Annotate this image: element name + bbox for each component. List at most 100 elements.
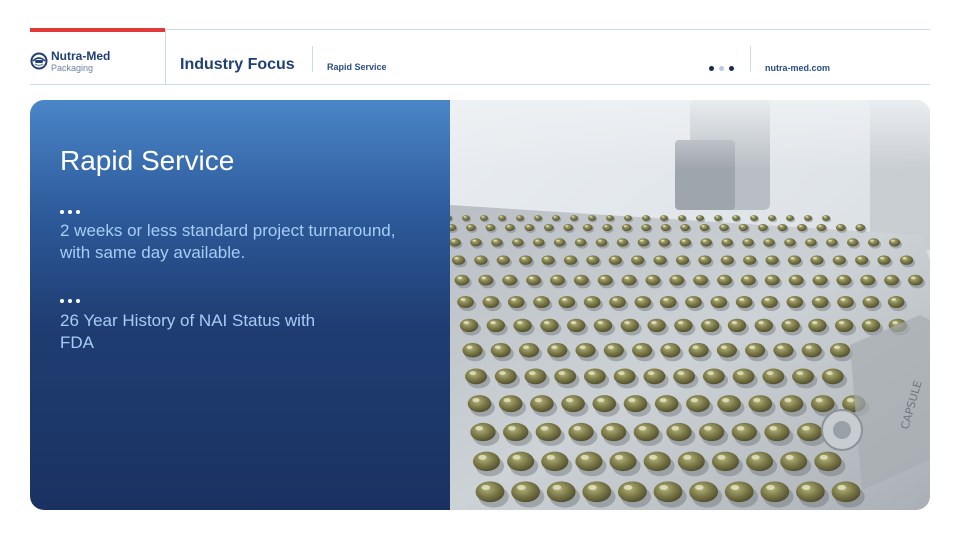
capsule-highlight <box>552 484 562 491</box>
bullet-marker-icon <box>60 210 86 215</box>
capsule-highlight <box>753 397 761 403</box>
capsule <box>583 295 601 308</box>
capsule <box>688 342 709 358</box>
capsule-highlight <box>503 397 511 403</box>
capsule <box>490 342 511 358</box>
capsule-highlight <box>815 397 823 403</box>
capsule <box>685 295 702 308</box>
capsule-highlight <box>702 239 707 242</box>
capsule-highlight <box>469 371 476 376</box>
capsule-highlight <box>815 276 820 280</box>
capsule-highlight <box>571 216 574 218</box>
capsule-highlight <box>466 345 473 350</box>
capsule-highlight <box>801 484 811 491</box>
capsule-highlight <box>802 425 810 431</box>
capsule <box>507 451 535 472</box>
capsule <box>541 451 569 472</box>
capsule <box>575 342 596 358</box>
capsule <box>505 224 515 232</box>
capsule <box>524 368 547 385</box>
capsule <box>750 215 758 221</box>
capsule <box>762 368 785 385</box>
capsule-highlight <box>534 397 542 403</box>
capsule <box>735 295 753 308</box>
capsule <box>475 481 505 503</box>
capsule <box>593 318 613 333</box>
capsule <box>498 395 523 413</box>
capsule-highlight <box>713 297 719 301</box>
capsule <box>660 342 681 358</box>
capsule <box>582 224 593 232</box>
capsule <box>563 255 578 265</box>
capsule <box>496 255 510 265</box>
capsule-highlight <box>535 216 538 218</box>
capsule-highlight <box>639 239 644 242</box>
brand-block[interactable]: Nutra-Med Packaging <box>30 30 166 85</box>
capsule-highlight <box>600 276 606 280</box>
capsule <box>606 215 614 221</box>
capsule-highlight <box>545 225 549 227</box>
capsule <box>658 238 671 247</box>
capsule-highlight <box>764 297 770 301</box>
pager-dot[interactable] <box>709 66 714 71</box>
capsule <box>631 255 645 265</box>
capsule <box>643 451 671 472</box>
capsule-highlight <box>839 276 844 280</box>
capsule <box>831 481 861 503</box>
capsule-highlight <box>485 297 491 301</box>
capsule-highlight <box>758 320 764 325</box>
capsule-highlight <box>659 484 668 491</box>
capsule <box>702 368 725 385</box>
capsule-highlight <box>623 484 633 491</box>
capsule-highlight <box>505 276 510 280</box>
capsule <box>780 451 808 472</box>
capsule <box>526 274 542 286</box>
bullet-text: 2 weeks or less standard project turnaro… <box>60 221 396 262</box>
capsule <box>498 215 506 221</box>
header-divider <box>750 46 751 72</box>
capsule-highlight <box>517 320 523 325</box>
pager-dot[interactable] <box>729 66 734 71</box>
capsule <box>462 342 483 358</box>
capsule-highlight <box>476 256 481 260</box>
capsule-highlight <box>540 425 549 431</box>
capsule <box>765 255 779 265</box>
capsule-highlight <box>516 484 526 491</box>
capsule <box>826 238 838 247</box>
pager-dot[interactable] <box>719 66 724 71</box>
capsule-highlight <box>720 345 727 350</box>
capsule-highlight <box>720 276 725 280</box>
capsule-highlight <box>624 320 630 325</box>
capsule <box>511 481 540 503</box>
capsule <box>586 255 600 265</box>
capsule <box>797 224 807 232</box>
capsule <box>773 342 794 358</box>
capsule-highlight <box>552 276 558 280</box>
capsule <box>561 395 585 413</box>
capsule-highlight <box>679 216 682 218</box>
capsule-highlight <box>828 239 832 242</box>
capsule <box>634 295 652 308</box>
capsule-highlight <box>528 371 536 376</box>
capsule <box>717 274 732 286</box>
capsule-highlight <box>490 320 496 325</box>
capsule <box>721 238 733 247</box>
capsule-highlight <box>891 239 895 242</box>
capsule-highlight <box>475 425 483 431</box>
capsule <box>786 215 794 221</box>
capsule-highlight <box>791 276 797 280</box>
brand-name: Nutra-Med <box>51 49 111 63</box>
capsule-highlight <box>672 276 677 280</box>
capsule-highlight <box>785 454 794 460</box>
capsule-highlight <box>767 276 773 280</box>
brand-subtitle: Packaging <box>51 63 94 73</box>
info-panel: Rapid Service 2 weeks or less standard p… <box>30 100 450 510</box>
capsule-highlight <box>737 371 744 376</box>
capsule-highlight <box>463 216 466 218</box>
capsule-highlight <box>744 239 749 242</box>
capsule <box>533 295 550 308</box>
capsule-highlight <box>837 484 846 491</box>
capsule-highlight <box>682 225 686 227</box>
capsule <box>796 481 825 503</box>
website-link[interactable]: nutra-med.com <box>765 63 830 73</box>
